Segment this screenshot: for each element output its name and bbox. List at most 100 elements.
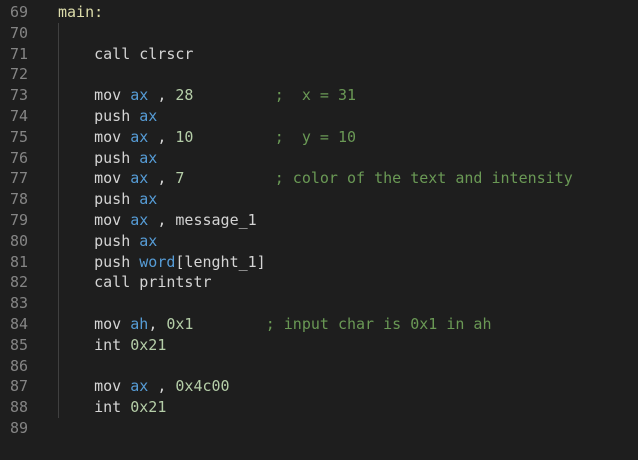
code-text[interactable]: call clrscr xyxy=(58,44,193,65)
code-line[interactable]: 69 main: xyxy=(0,2,638,23)
line-number: 70 xyxy=(10,23,29,42)
line-number: 85 xyxy=(10,335,29,354)
token-plain: , xyxy=(148,169,176,188)
token-plain: int xyxy=(94,335,131,354)
token-plain: mov xyxy=(94,86,131,105)
indent-guide xyxy=(58,64,59,86)
line-number: 74 xyxy=(10,106,29,125)
code-text[interactable]: push ax xyxy=(58,189,157,210)
token-plain: push xyxy=(94,190,140,209)
code-line[interactable]: 79 mov ax , message_1 xyxy=(0,209,638,231)
line-number: 73 xyxy=(10,86,29,105)
token-reg: ax xyxy=(130,86,149,105)
token-reg: ax xyxy=(139,148,158,167)
token-plain: push xyxy=(94,148,140,167)
code-text[interactable]: main: xyxy=(58,2,103,23)
line-number: 71 xyxy=(10,44,29,63)
token-reg: ah xyxy=(130,314,149,333)
token-plain: , xyxy=(148,314,167,333)
token-reg: word xyxy=(139,252,176,271)
token-reg: ax xyxy=(130,169,149,188)
code-text[interactable]: mov ax , 28 ; x = 31 xyxy=(58,85,356,106)
line-number: 87 xyxy=(10,377,29,396)
code-editor[interactable]: 69 main: 70 71 call clrscr 72 73 mov ax , 28 … xyxy=(0,2,638,460)
code-line[interactable]: 75 mov ax , 10 ; y = 10 xyxy=(0,126,638,148)
code-line[interactable]: 87 mov ax , 0x4c00 xyxy=(0,376,638,398)
token-reg: ax xyxy=(139,106,158,125)
token-plain: call clrscr xyxy=(94,44,194,63)
token-reg: ax xyxy=(139,190,158,209)
code-line[interactable]: 80 push ax xyxy=(0,230,638,252)
token-reg: ax xyxy=(130,210,149,229)
code-line[interactable]: 88 int 0x21 xyxy=(0,397,638,418)
line-number: 84 xyxy=(10,314,29,333)
token-reg: ax xyxy=(130,127,149,146)
token-plain: , xyxy=(148,377,176,396)
code-line[interactable]: 84 mov ah, 0x1 ; input char is 0x1 in ah xyxy=(0,313,638,335)
indent-guide xyxy=(58,22,59,44)
line-number: 88 xyxy=(10,398,29,417)
code-line[interactable]: 73 mov ax , 28 ; x = 31 xyxy=(0,85,638,106)
line-number: 82 xyxy=(10,273,29,292)
token-plain: call printstr xyxy=(94,273,212,292)
code-line[interactable]: 72 xyxy=(0,64,638,86)
token-num: 0x21 xyxy=(130,335,167,354)
token-plain: int xyxy=(94,398,131,417)
code-text[interactable]: mov ax , 0x4c00 xyxy=(58,376,230,397)
code-text[interactable]: mov ax , message_1 xyxy=(58,210,257,231)
line-number: 69 xyxy=(10,3,29,21)
code-line[interactable]: 85 int 0x21 xyxy=(0,334,638,356)
token-comment: ; input char is 0x1 in ah xyxy=(193,314,492,333)
line-number: 72 xyxy=(10,65,29,84)
code-text[interactable]: push ax xyxy=(58,231,157,252)
line-number: 78 xyxy=(10,190,29,209)
line-number: 80 xyxy=(10,231,29,250)
code-text[interactable]: call printstr xyxy=(58,272,212,293)
code-text[interactable]: int 0x21 xyxy=(58,335,166,356)
line-number: 86 xyxy=(10,356,29,375)
line-number: 75 xyxy=(10,127,29,146)
line-number: 89 xyxy=(10,418,29,437)
line-number: 76 xyxy=(10,148,29,167)
token-reg: ax xyxy=(139,231,158,250)
token-num: 28 xyxy=(175,86,194,105)
code-line[interactable]: 86 xyxy=(0,355,638,377)
code-text[interactable]: push ax xyxy=(58,148,157,169)
code-line[interactable]: 78 push ax xyxy=(0,189,638,210)
code-text[interactable]: mov ax , 7 ; color of the text and inten… xyxy=(58,168,573,189)
indent-guide xyxy=(58,355,59,377)
code-line[interactable]: 82 call printstr xyxy=(0,272,638,294)
token-plain: , xyxy=(148,127,176,146)
code-line[interactable]: 74 push ax xyxy=(0,105,638,127)
token-num: 0x4c00 xyxy=(175,377,230,396)
line-number: 81 xyxy=(10,252,29,271)
token-comment: ; y = 10 xyxy=(193,127,357,146)
token-plain: , xyxy=(148,86,176,105)
code-text[interactable]: push ax xyxy=(58,106,157,127)
code-text[interactable]: mov ax , 10 ; y = 10 xyxy=(58,127,356,148)
code-text[interactable]: push word[lenght_1] xyxy=(58,252,266,273)
token-plain: , message_1 xyxy=(148,210,257,229)
token-plain: mov xyxy=(94,314,131,333)
token-plain: mov xyxy=(94,127,131,146)
token-plain: mov xyxy=(94,377,131,396)
token-comment: ; color of the text and intensity xyxy=(184,169,573,188)
code-line[interactable]: 89 xyxy=(0,418,638,439)
code-line[interactable]: 71 call clrscr xyxy=(0,43,638,65)
code-text[interactable]: mov ah, 0x1 ; input char is 0x1 in ah xyxy=(58,314,491,335)
line-number: 77 xyxy=(10,169,29,188)
code-line[interactable]: 83 xyxy=(0,293,638,314)
code-text[interactable]: int 0x21 xyxy=(58,397,166,418)
code-line[interactable]: 76 push ax xyxy=(0,147,638,169)
token-comment: ; x = 31 xyxy=(193,86,357,105)
code-line[interactable]: 77 mov ax , 7 ; color of the text and in… xyxy=(0,168,638,190)
token-reg: ax xyxy=(130,377,149,396)
token-plain: mov xyxy=(94,169,131,188)
line-number: 79 xyxy=(10,210,29,229)
code-line[interactable]: 81 push word[lenght_1] xyxy=(0,251,638,273)
indent-guide xyxy=(58,293,59,314)
token-plain: push xyxy=(94,106,140,125)
code-line[interactable]: 70 xyxy=(0,22,638,44)
token-plain: push xyxy=(94,231,140,250)
token-num: 0x21 xyxy=(130,398,167,417)
